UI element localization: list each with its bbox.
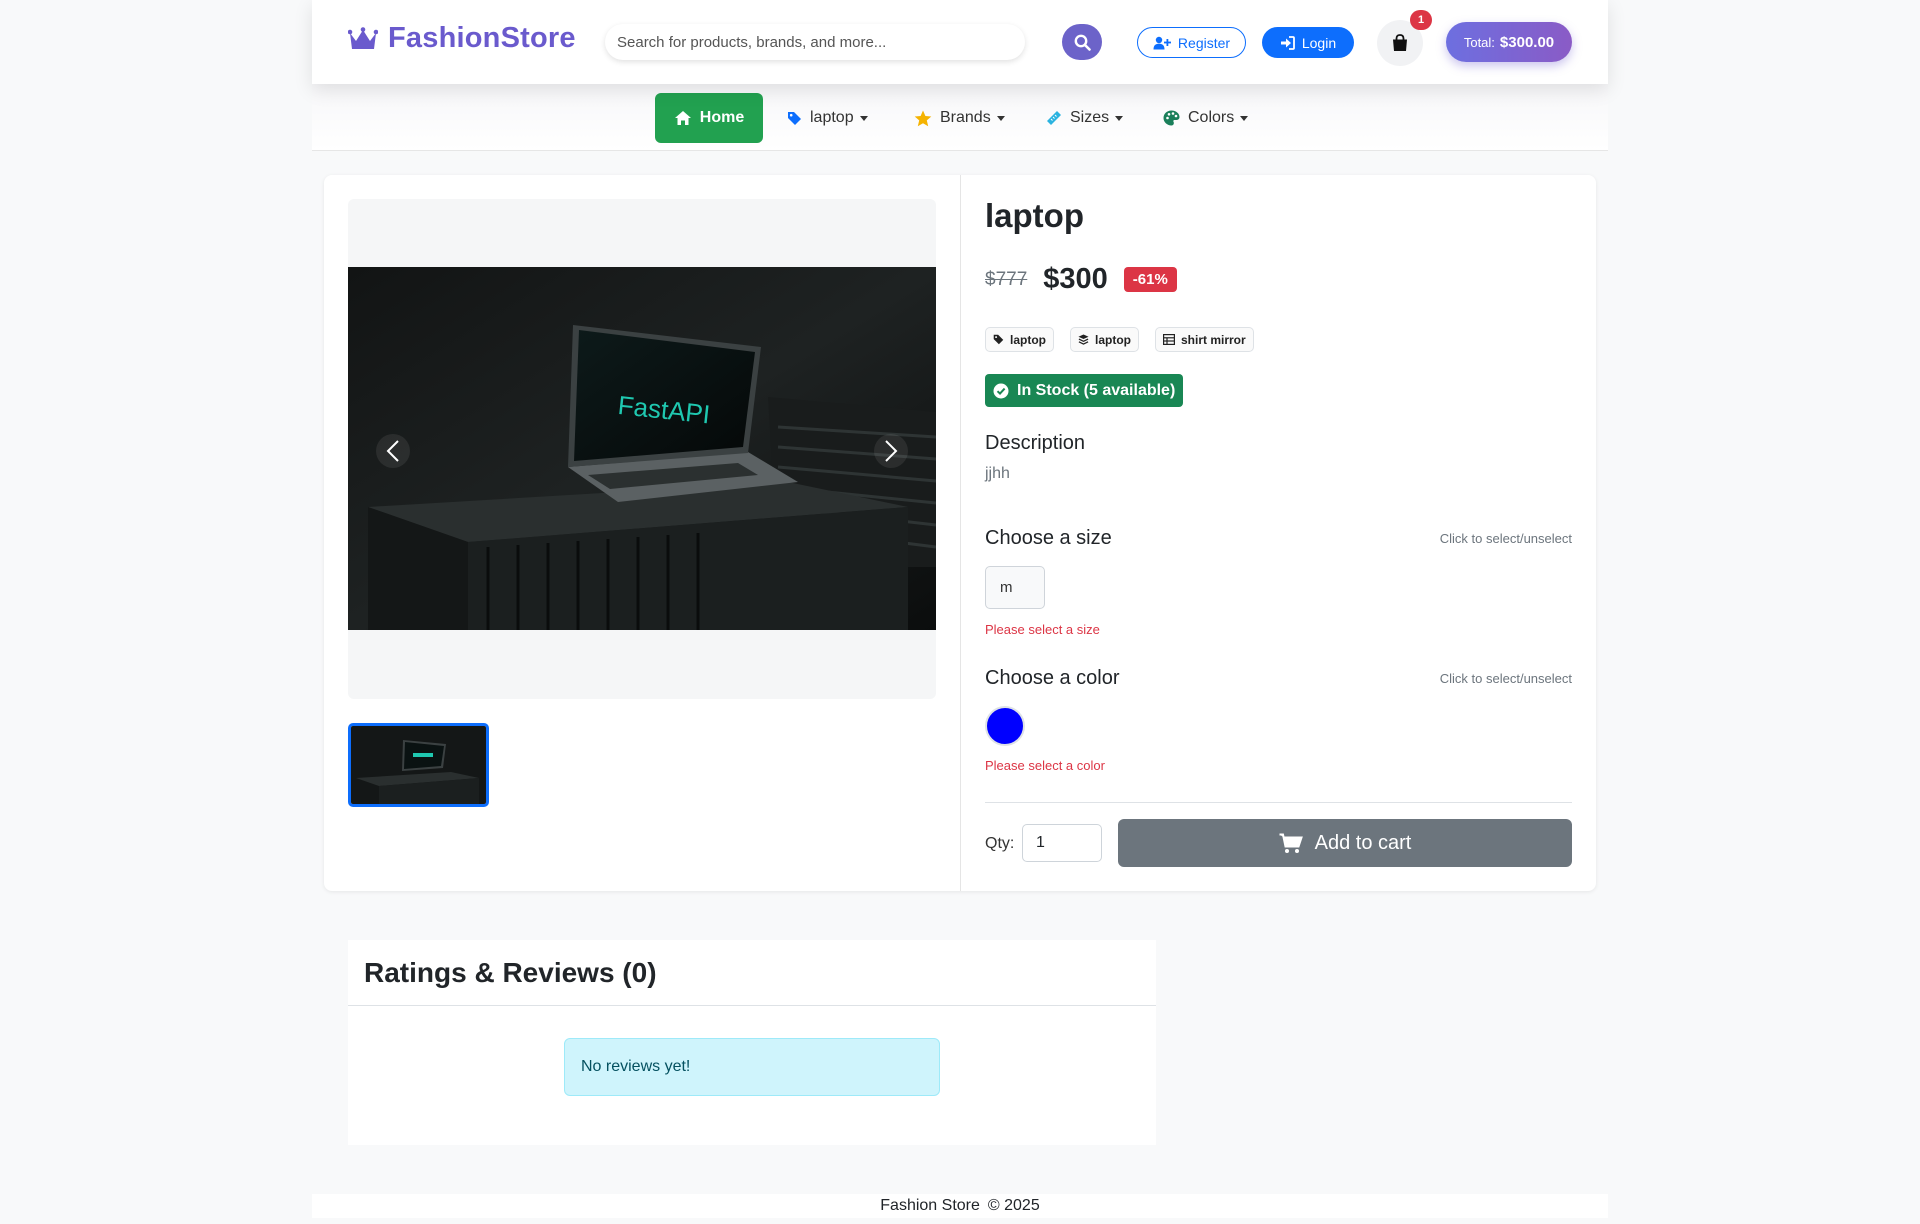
old-price: $777	[985, 268, 1028, 290]
description-text: jjhh	[985, 465, 1010, 482]
shopping-bag-icon	[1393, 34, 1407, 51]
search-input[interactable]	[605, 24, 1025, 60]
site-footer: Fashion Store © 2025	[312, 1194, 1608, 1218]
nav-sizes[interactable]: Sizes	[1046, 93, 1124, 143]
carousel-next-button[interactable]	[874, 434, 908, 468]
sign-in-icon	[1280, 35, 1295, 50]
chevron-down-icon	[859, 115, 868, 121]
tag-label: shirt mirror	[1181, 332, 1246, 347]
user-plus-icon	[1153, 36, 1171, 49]
qty-label: Qty:	[985, 835, 1015, 852]
discount-badge: -61%	[1123, 267, 1177, 292]
chevron-down-icon	[996, 115, 1005, 121]
description-heading: Description	[985, 432, 1086, 454]
nav-laptop-label: laptop	[810, 109, 854, 126]
login-button[interactable]: Login	[1262, 27, 1354, 58]
divider	[985, 802, 1572, 803]
category-nav: Home laptop Brands Sizes Colors	[312, 84, 1608, 151]
ruler-icon	[1047, 111, 1061, 125]
nav-home-label: Home	[699, 109, 745, 126]
register-label: Register	[1177, 34, 1231, 51]
add-to-cart-label: Add to cart	[1314, 831, 1412, 854]
current-price: $300	[1043, 263, 1108, 295]
tag-icon	[788, 111, 801, 125]
nav-brands[interactable]: Brands	[914, 93, 1005, 143]
brand-logo[interactable]: FashionStore	[348, 22, 576, 55]
nav-category-laptop[interactable]: laptop	[787, 93, 868, 143]
quantity-input[interactable]	[1022, 824, 1102, 862]
reviews-divider	[348, 1005, 1156, 1006]
cart-icon	[1279, 833, 1303, 853]
add-to-cart-button[interactable]: Add to cart	[1118, 819, 1572, 867]
nav-sizes-label: Sizes	[1070, 109, 1110, 126]
search-box	[605, 24, 1025, 60]
footer-text: Fashion Store	[880, 1197, 980, 1214]
price-row: $777 $300 -61%	[985, 263, 1177, 296]
nav-brands-label: Brands	[940, 109, 991, 126]
color-heading: Choose a color	[985, 667, 1120, 689]
size-heading: Choose a size	[985, 527, 1112, 549]
tag-label: laptop	[1010, 332, 1046, 347]
search-button[interactable]	[1062, 24, 1102, 60]
crown-icon	[348, 26, 378, 49]
total-value: $300.00	[1499, 33, 1555, 51]
cart-count-badge: 1	[1410, 10, 1432, 30]
size-hint: Click to select/unselect	[1439, 531, 1572, 546]
carousel-prev-button[interactable]	[376, 434, 410, 468]
chevron-right-icon	[885, 440, 898, 462]
check-circle-icon	[993, 383, 1009, 398]
color-error: Please select a color	[985, 758, 1105, 773]
search-icon	[1074, 34, 1091, 51]
tag-label: laptop	[1095, 332, 1131, 347]
color-option-blue[interactable]	[985, 706, 1025, 746]
layers-icon	[1078, 334, 1089, 345]
product-title: laptop	[985, 197, 1084, 234]
product-main-image[interactable]: FastAPI	[348, 267, 936, 630]
register-button[interactable]: Register	[1137, 27, 1246, 58]
total-label: Total:	[1463, 34, 1495, 50]
chevron-down-icon	[1240, 115, 1249, 121]
product-card: FastAPI laptop $777 $300 -61% laptop lap…	[324, 175, 1596, 891]
reviews-section: Ratings & Reviews (0) No reviews yet!	[348, 940, 1156, 1145]
nav-home[interactable]: Home	[655, 93, 763, 143]
tag-subcategory[interactable]: laptop	[1070, 327, 1139, 352]
login-label: Login	[1301, 34, 1337, 51]
product-tags: laptop laptop shirt mirror	[985, 327, 1254, 352]
nav-colors-label: Colors	[1188, 109, 1235, 126]
cart-total[interactable]: Total: $300.00	[1446, 22, 1572, 62]
brand-name: FashionStore	[388, 22, 576, 54]
stock-text: In Stock (5 available)	[1017, 381, 1176, 399]
size-option-m[interactable]: m	[985, 566, 1045, 609]
color-hint: Click to select/unselect	[1439, 671, 1572, 686]
star-icon	[914, 110, 932, 126]
nav-colors[interactable]: Colors	[1163, 93, 1249, 143]
product-thumbnail[interactable]	[348, 723, 489, 807]
size-error: Please select a size	[985, 622, 1100, 637]
tag-icon	[993, 334, 1004, 345]
chevron-down-icon	[1115, 115, 1124, 121]
no-reviews-alert: No reviews yet!	[564, 1038, 940, 1096]
tag-category[interactable]: laptop	[985, 327, 1054, 352]
site-header: FashionStore Register Login 1 Total:	[312, 0, 1608, 84]
stock-badge: In Stock (5 available)	[985, 374, 1184, 407]
card-divider	[960, 175, 961, 891]
product-gallery: FastAPI	[348, 199, 936, 699]
palette-icon	[1163, 110, 1180, 126]
chevron-left-icon	[386, 440, 399, 462]
table-icon	[1163, 334, 1175, 345]
reviews-heading: Ratings & Reviews (0)	[364, 957, 657, 988]
tag-collection[interactable]: shirt mirror	[1155, 327, 1254, 352]
footer-copyright: © 2025	[987, 1197, 1040, 1214]
home-icon	[674, 111, 691, 125]
